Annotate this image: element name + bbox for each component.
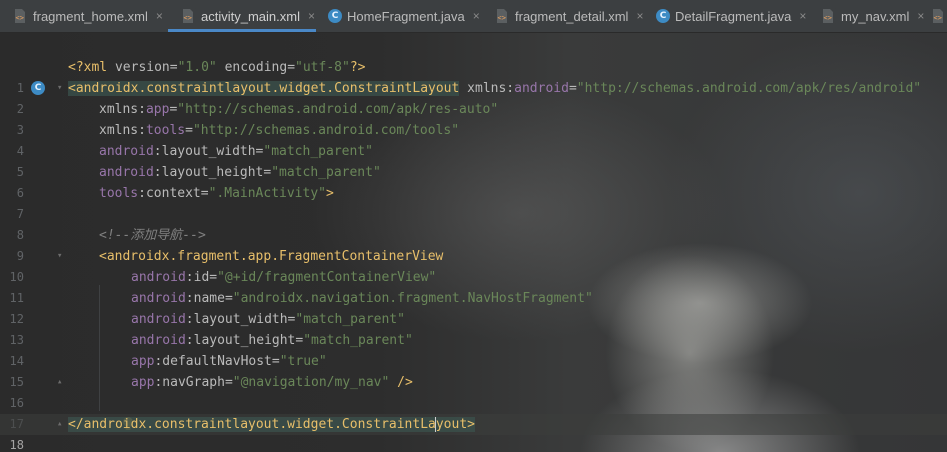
- tab-activity-main-xml[interactable]: <> activity_main.xml ×: [168, 0, 316, 32]
- svg-text:<>: <>: [824, 14, 832, 22]
- code-text: android:name="androidx.navigation.fragme…: [131, 291, 593, 306]
- code-text: <androidx.fragment.app.FragmentContainer…: [99, 249, 444, 264]
- close-icon[interactable]: ×: [156, 9, 163, 23]
- code-text: </androidx.constraintlayout.widget.Const…: [68, 417, 475, 432]
- code-text: android:id="@+id/fragmentContainerView": [131, 270, 437, 285]
- code-line[interactable]: 6 android:layout_height="match_parent": [0, 162, 947, 200]
- code-line[interactable]: 10 ▾ <androidx.fragment.app.FragmentCont…: [0, 246, 947, 284]
- tab-detail-fragment-java[interactable]: C DetailFragment.java ×: [644, 0, 808, 32]
- code-line[interactable]: 5 android:layout_width="match_parent": [0, 141, 947, 179]
- code-text: app:defaultNavHost="true": [131, 354, 327, 369]
- code-text: android:layout_width="match_parent": [131, 312, 405, 327]
- tab-overflow-xml[interactable]: <>: [918, 0, 947, 32]
- code-text: <?xml version="1.0" encoding="utf-8"?>: [68, 60, 366, 75]
- code-line[interactable]: 8: [0, 204, 947, 242]
- code-line[interactable]: 16 ▴ app:navGraph="@navigation/my_nav" /…: [0, 372, 947, 410]
- editor-tab-bar: <> fragment_home.xml × <> activity_main.…: [0, 0, 947, 33]
- tab-fragment-detail-xml[interactable]: <> fragment_detail.xml ×: [482, 0, 644, 32]
- code-line[interactable]: 7 tools:context=".MainActivity">: [0, 183, 947, 221]
- code-line[interactable]: 1 <?xml version="1.0" encoding="utf-8"?>: [0, 57, 947, 95]
- tab-home-fragment-java[interactable]: C HomeFragment.java ×: [316, 0, 482, 32]
- tab-my-nav-xml[interactable]: <> my_nav.xml ×: [808, 0, 928, 32]
- code-text: android:layout_height="match_parent": [131, 333, 413, 348]
- fold-icon[interactable]: ▴: [57, 420, 66, 429]
- tab-label: DetailFragment.java: [675, 8, 792, 24]
- code-line[interactable]: 15 app:defaultNavHost="true": [0, 351, 947, 389]
- svg-text:<>: <>: [934, 14, 942, 22]
- fold-icon[interactable]: ▴: [57, 378, 66, 387]
- code-line[interactable]: 3 xmlns:app="http://schemas.android.com/…: [0, 99, 947, 137]
- close-icon[interactable]: ×: [799, 9, 806, 23]
- code-text: xmlns:tools="http://schemas.android.com/…: [99, 123, 460, 138]
- fold-icon[interactable]: ▾: [57, 84, 66, 93]
- code-line[interactable]: 13 android:layout_width="match_parent": [0, 309, 947, 347]
- xml-file-icon: <>: [930, 8, 946, 24]
- code-text: android:layout_width="match_parent": [99, 144, 373, 159]
- class-marker-icon[interactable]: C: [31, 81, 45, 95]
- code-text: app:navGraph="@navigation/my_nav" />: [131, 375, 413, 390]
- fold-icon[interactable]: ▾: [57, 252, 66, 261]
- line-number: 18: [9, 438, 24, 452]
- svg-text:<>: <>: [16, 14, 24, 22]
- code-line[interactable]: 9 <!--添加导航-->: [0, 225, 947, 263]
- code-text: android:layout_height="match_parent": [99, 165, 381, 180]
- code-text: <androidx.constraintlayout.widget.Constr…: [68, 81, 922, 96]
- lightbulb-icon[interactable]: [74, 395, 133, 430]
- tab-label: HomeFragment.java: [347, 8, 465, 24]
- xml-file-icon: <>: [494, 8, 510, 24]
- tab-fragment-home-xml[interactable]: <> fragment_home.xml ×: [0, 0, 168, 32]
- close-icon[interactable]: ×: [636, 9, 643, 23]
- code-line[interactable]: 4 xmlns:tools="http://schemas.android.co…: [0, 120, 947, 158]
- svg-text:<>: <>: [498, 14, 506, 22]
- close-icon[interactable]: ×: [473, 9, 480, 23]
- xml-file-icon: <>: [820, 8, 836, 24]
- code-line-current[interactable]: 18 ▴ </androidx.constraintlayout.widget.…: [0, 414, 947, 452]
- code-line[interactable]: 2 C ▾ <androidx.constraintlayout.widget.…: [0, 78, 947, 116]
- close-icon[interactable]: ×: [308, 9, 315, 23]
- svg-text:<>: <>: [184, 14, 192, 22]
- code-line[interactable]: 11 android:id="@+id/fragmentContainerVie…: [0, 267, 947, 305]
- code-text: tools:context=".MainActivity">: [99, 186, 334, 201]
- code-editor[interactable]: 1 <?xml version="1.0" encoding="utf-8"?>…: [0, 33, 947, 452]
- code-text: xmlns:app="http://schemas.android.com/ap…: [99, 102, 499, 117]
- tab-label: activity_main.xml: [201, 8, 300, 24]
- java-class-icon: C: [328, 9, 342, 23]
- xml-file-icon: <>: [180, 8, 196, 24]
- tab-label: fragment_detail.xml: [515, 8, 629, 24]
- xml-file-icon: <>: [12, 8, 28, 24]
- code-line[interactable]: 12 android:name="androidx.navigation.fra…: [0, 288, 947, 326]
- tab-label: fragment_home.xml: [33, 8, 148, 24]
- code-line[interactable]: 14 android:layout_height="match_parent": [0, 330, 947, 368]
- code-line[interactable]: 17: [0, 393, 947, 431]
- java-class-icon: C: [656, 9, 670, 23]
- comment-text: <!--添加导航-->: [99, 228, 206, 243]
- tab-label: my_nav.xml: [841, 8, 910, 24]
